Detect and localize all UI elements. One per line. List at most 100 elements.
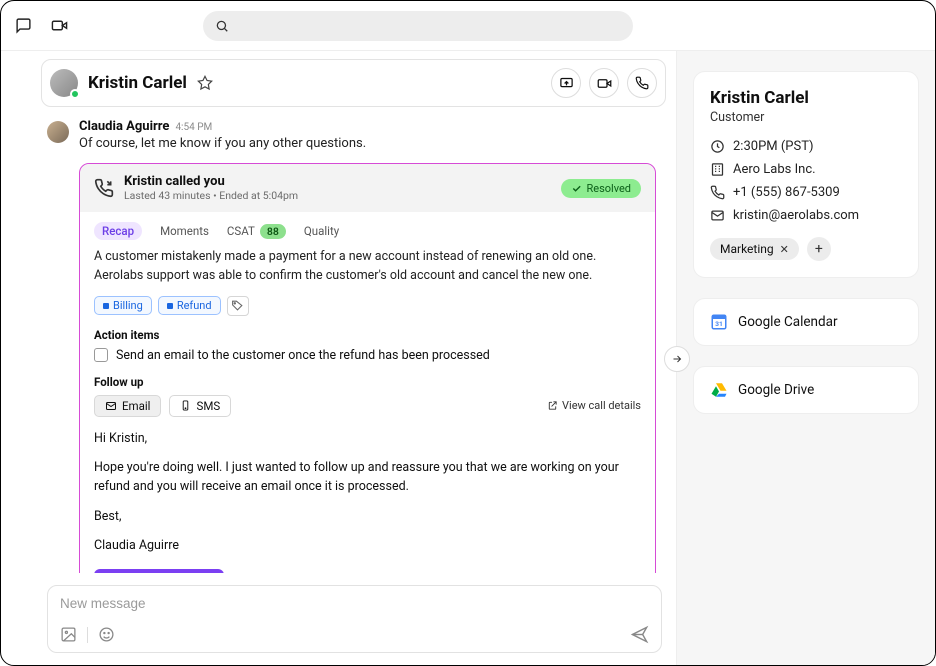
chat-icon[interactable] [11,14,35,38]
add-tag-button[interactable]: + [807,237,831,261]
topbar [1,1,935,51]
google-calendar-card[interactable]: 31 Google Calendar [693,298,919,346]
external-link-icon [547,400,558,411]
image-attach-icon[interactable] [60,626,77,643]
info-email[interactable]: kristin@aerolabs.com [710,208,902,223]
emoji-icon[interactable] [98,626,115,643]
send-with-gmail-button[interactable]: Send with Gmail [94,569,224,573]
followup-email-label: Email [122,399,150,413]
send-button[interactable] [630,625,649,644]
info-company: Aero Labs Inc. [710,162,902,177]
tag-icon [231,299,244,312]
action-item-text: Send an email to the customer once the r… [116,348,490,363]
info-time: 2:30PM (PST) [710,139,902,154]
call-title: Kristin called you [124,174,298,189]
csat-label: CSAT [227,224,255,238]
followup-label: Follow up [94,375,641,389]
google-drive-card[interactable]: Google Drive [693,366,919,414]
sidebar: Kristin Carlel Customer 2:30PM (PST) Aer… [676,51,935,665]
tab-quality[interactable]: Quality [304,224,339,238]
info-list: 2:30PM (PST) Aero Labs Inc. +1 (555) 867… [710,139,902,223]
view-call-label: View call details [562,399,641,412]
message: Claudia Aguirre 4:54 PM Of course, let m… [47,119,656,151]
contact-name: Kristin Carlel [88,73,187,93]
chips: Billing Refund [94,296,641,316]
view-call-details[interactable]: View call details [547,399,641,412]
video-call-button[interactable] [589,68,619,98]
tag-marketing[interactable]: Marketing ✕ [710,238,799,260]
arrow-right-icon [671,353,683,365]
video-icon[interactable] [47,14,71,38]
mail-icon [105,400,117,412]
presence-dot [70,89,80,99]
google-drive-icon [710,381,728,399]
phone-icon [180,400,191,411]
call-body: A customer mistakenly made a payment for… [80,246,655,573]
call-subtitle: Lasted 43 minutes • Ended at 5:04pm [124,189,298,202]
tab-csat[interactable]: CSAT 88 [227,224,286,239]
csat-score: 88 [260,224,286,239]
collapse-sidebar-button[interactable] [664,346,690,372]
building-icon [710,162,725,177]
contact-header: Kristin Carlel [41,59,666,107]
draft-body: Hope you're doing well. I just wanted to… [94,458,641,497]
call-tabs: Recap Moments CSAT 88 Quality [80,212,655,246]
gcal-label: Google Calendar [738,314,838,330]
call-description: A customer mistakenly made a payment for… [94,248,641,286]
customer-card: Kristin Carlel Customer 2:30PM (PST) Aer… [693,71,919,278]
avatar[interactable] [50,69,78,97]
info-phone-value: +1 (555) 867-5309 [733,185,840,200]
composer-divider [87,627,88,643]
composer[interactable] [47,585,662,653]
followup-draft[interactable]: Hi Kristin, Hope you're doing well. I ju… [94,429,641,556]
search-input[interactable] [203,11,633,41]
chip-billing[interactable]: Billing [94,296,152,315]
phone-call-button[interactable] [627,68,657,98]
author-avatar[interactable] [47,121,69,143]
action-items-label: Action items [94,328,641,342]
message-body: Of course, let me know if you any other … [79,136,366,151]
action-checkbox[interactable] [94,348,108,362]
clock-icon [710,139,725,154]
phone-icon [710,185,725,200]
google-calendar-icon: 31 [710,313,728,331]
screen-share-button[interactable] [551,68,581,98]
tab-moments[interactable]: Moments [160,224,209,238]
main-column: Kristin Carlel Claudia Aguirre 4: [1,51,676,665]
tag-row: Marketing ✕ + [710,237,902,261]
chip-refund[interactable]: Refund [158,296,221,315]
tag-label: Marketing [720,242,774,256]
action-item-row: Send an email to the customer once the r… [94,348,641,363]
side-name: Kristin Carlel [710,88,902,108]
info-phone[interactable]: +1 (555) 867-5309 [710,185,902,200]
followup-sms[interactable]: SMS [169,395,231,417]
tab-recap[interactable]: Recap [94,222,142,240]
remove-tag-icon[interactable]: ✕ [780,243,789,256]
incoming-call-icon [94,178,114,198]
draft-signoff: Best, [94,507,641,526]
draft-greeting: Hi Kristin, [94,429,641,448]
add-tag-button[interactable] [227,296,249,316]
thread: Claudia Aguirre 4:54 PM Of course, let m… [1,107,676,573]
followup-row: Email SMS View call details [94,395,641,417]
draft-signature: Claudia Aguirre [94,536,641,555]
message-time: 4:54 PM [175,122,212,133]
composer-input[interactable] [60,596,649,611]
check-icon [571,183,582,194]
main-row: Kristin Carlel Claudia Aguirre 4: [1,51,935,665]
mail-icon [710,208,725,223]
info-company-value: Aero Labs Inc. [733,162,816,177]
info-time-value: 2:30PM (PST) [733,139,814,154]
svg-text:31: 31 [715,320,723,328]
call-header: Kristin called you Lasted 43 minutes • E… [80,164,655,212]
gdrive-label: Google Drive [738,382,814,398]
followup-email[interactable]: Email [94,395,161,417]
resolved-label: Resolved [586,182,631,195]
info-email-value: kristin@aerolabs.com [733,208,859,223]
app-window: Kristin Carlel Claudia Aguirre 4: [0,0,936,666]
resolved-badge: Resolved [561,179,641,198]
search-icon [215,19,229,33]
star-icon[interactable] [197,75,213,91]
call-card: Kristin called you Lasted 43 minutes • E… [79,163,656,573]
side-role: Customer [710,110,902,125]
